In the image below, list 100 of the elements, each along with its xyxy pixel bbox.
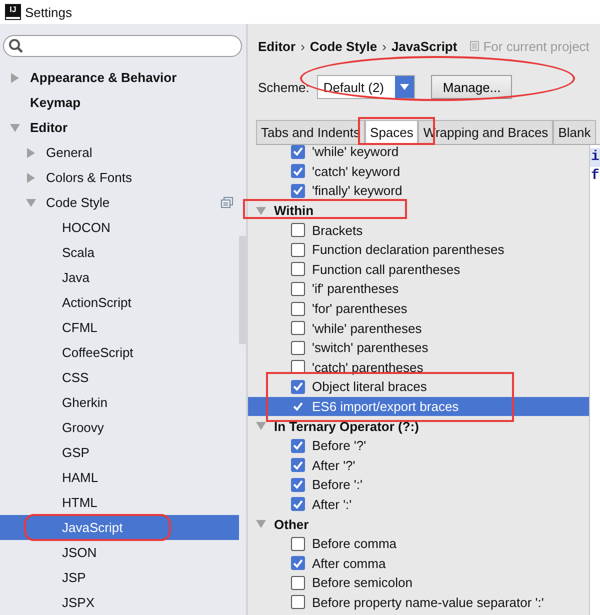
option-row[interactable]: After comma — [248, 553, 589, 574]
tree-item[interactable]: Appearance & Behavior — [0, 65, 239, 90]
checkbox[interactable] — [291, 576, 305, 590]
option-label: 'while' parentheses — [312, 320, 422, 336]
scrollbar-thumb[interactable] — [239, 236, 246, 344]
checkbox[interactable] — [291, 478, 305, 492]
tree-item-label: JavaScript — [62, 520, 123, 535]
option-row[interactable]: After '?' — [248, 456, 589, 476]
checkbox[interactable] — [291, 262, 305, 276]
tree-item[interactable]: ActionScript — [0, 290, 239, 315]
option-row[interactable]: Before '?' — [248, 436, 589, 456]
tree-item[interactable]: Colors & Fonts — [0, 165, 239, 190]
checkbox[interactable] — [291, 497, 305, 512]
option-row[interactable]: Object literal braces — [248, 377, 589, 397]
tree-item-label: Groovy — [62, 420, 104, 435]
option-row[interactable]: 'switch' parentheses — [248, 338, 589, 358]
checkbox[interactable] — [291, 144, 305, 159]
tab[interactable]: Tabs and Indents — [256, 120, 366, 144]
option-row[interactable]: ES6 import/export braces — [248, 396, 589, 416]
option-row[interactable]: Function declaration parentheses — [248, 240, 589, 260]
tab[interactable]: Blank — [553, 120, 596, 144]
option-row[interactable]: 'finally' keyword — [248, 181, 589, 201]
tree-item[interactable]: Editor — [0, 115, 239, 140]
checkbox[interactable] — [291, 242, 305, 257]
option-label: Function call parentheses — [312, 262, 460, 277]
option-row[interactable]: Before comma — [248, 534, 589, 554]
tree-item-label: Keymap — [30, 95, 81, 110]
tree-item[interactable]: JSON — [0, 540, 239, 565]
option-label: After comma — [312, 556, 386, 571]
tree-item[interactable]: CFML — [0, 315, 239, 340]
tree-item-label: Appearance & Behavior — [30, 70, 177, 85]
option-row[interactable]: 'while' parentheses — [248, 318, 589, 338]
option-row[interactable]: Brackets — [248, 220, 589, 240]
tree-item[interactable]: GSP — [0, 440, 239, 465]
tree-item[interactable]: HTML — [0, 490, 239, 515]
option-row[interactable]: 'for' parentheses — [248, 298, 589, 318]
breadcrumb-separator: › — [300, 38, 305, 54]
checkbox[interactable] — [291, 340, 305, 355]
tree-item[interactable]: Java — [0, 265, 239, 290]
tree-item[interactable]: CoffeeScript — [0, 340, 239, 365]
tree-item[interactable]: JSPX — [0, 590, 239, 615]
option-row[interactable]: 'while' keyword — [248, 142, 589, 162]
tree-item[interactable]: JSP — [0, 565, 239, 590]
checkbox[interactable] — [291, 321, 305, 336]
checkbox[interactable] — [291, 302, 305, 316]
checkbox[interactable] — [291, 184, 305, 198]
checkbox[interactable] — [291, 223, 305, 238]
checkbox[interactable] — [291, 536, 305, 551]
manage-button[interactable]: Manage... — [431, 75, 512, 99]
checkbox[interactable] — [291, 458, 305, 472]
breadcrumb-item: Code Style — [310, 38, 378, 54]
option-row[interactable]: 'if' parentheses — [248, 279, 589, 299]
option-label: 'catch' keyword — [312, 164, 400, 179]
option-row[interactable]: 'catch' parentheses — [248, 358, 589, 378]
checkbox[interactable] — [291, 438, 305, 453]
tree-item[interactable]: Groovy — [0, 415, 239, 440]
section-header: Within — [274, 203, 314, 218]
tree-item[interactable]: Code Style — [0, 190, 239, 215]
tree-item-label: CFML — [62, 320, 98, 335]
tree-item[interactable]: General — [0, 140, 239, 165]
window-title: Settings — [25, 4, 72, 20]
option-row[interactable]: Before semicolon — [248, 573, 589, 593]
tree-item-label: CoffeeScript — [62, 345, 134, 360]
checkbox[interactable] — [291, 556, 305, 570]
option-row[interactable]: 'catch' keyword — [248, 162, 589, 182]
section-header: Other — [274, 516, 309, 532]
tree-item-label: Editor — [30, 120, 68, 135]
tree-item[interactable]: HOCON — [0, 215, 239, 240]
tree-item-label: JSP — [62, 570, 86, 585]
option-label: 'for' parentheses — [312, 301, 408, 316]
search-field[interactable] — [3, 35, 242, 57]
option-label: Before comma — [312, 536, 397, 552]
scheme-dropdown[interactable]: Default (2) — [317, 75, 416, 99]
option-label: 'switch' parentheses — [312, 340, 428, 356]
tab[interactable]: Spaces — [365, 120, 418, 144]
tree-item[interactable]: HAML — [0, 465, 239, 490]
code-line: f — [590, 167, 600, 186]
option-label: Brackets — [312, 222, 363, 238]
tree-item[interactable]: CSS — [0, 365, 239, 390]
checkbox[interactable] — [291, 282, 305, 296]
option-row[interactable]: After ':' — [248, 494, 589, 514]
tree-item-label: Java — [62, 270, 90, 285]
option-row[interactable]: Before property name-value separator ':' — [248, 592, 589, 612]
tree-item-label: CSS — [62, 370, 89, 385]
option-label: 'finally' keyword — [312, 183, 402, 198]
tree-item[interactable]: JavaScript — [0, 515, 239, 540]
tree-item-label: JSON — [62, 545, 97, 560]
option-label: Object literal braces — [312, 379, 427, 394]
checkbox[interactable] — [291, 595, 305, 610]
tree-item-label: HTML — [62, 495, 98, 510]
tree-item-label: HAML — [62, 470, 98, 485]
checkmark-icon — [293, 382, 303, 392]
scope-label: For current project — [483, 38, 590, 54]
checkbox[interactable] — [291, 164, 305, 178]
option-row[interactable]: Function call parentheses — [248, 260, 589, 280]
tree-item[interactable]: Keymap — [0, 90, 239, 115]
tree-item[interactable]: Scala — [0, 240, 239, 265]
option-row[interactable]: Before ':' — [248, 475, 589, 495]
tree-item[interactable]: Gherkin — [0, 390, 239, 415]
checkbox[interactable] — [291, 380, 305, 394]
